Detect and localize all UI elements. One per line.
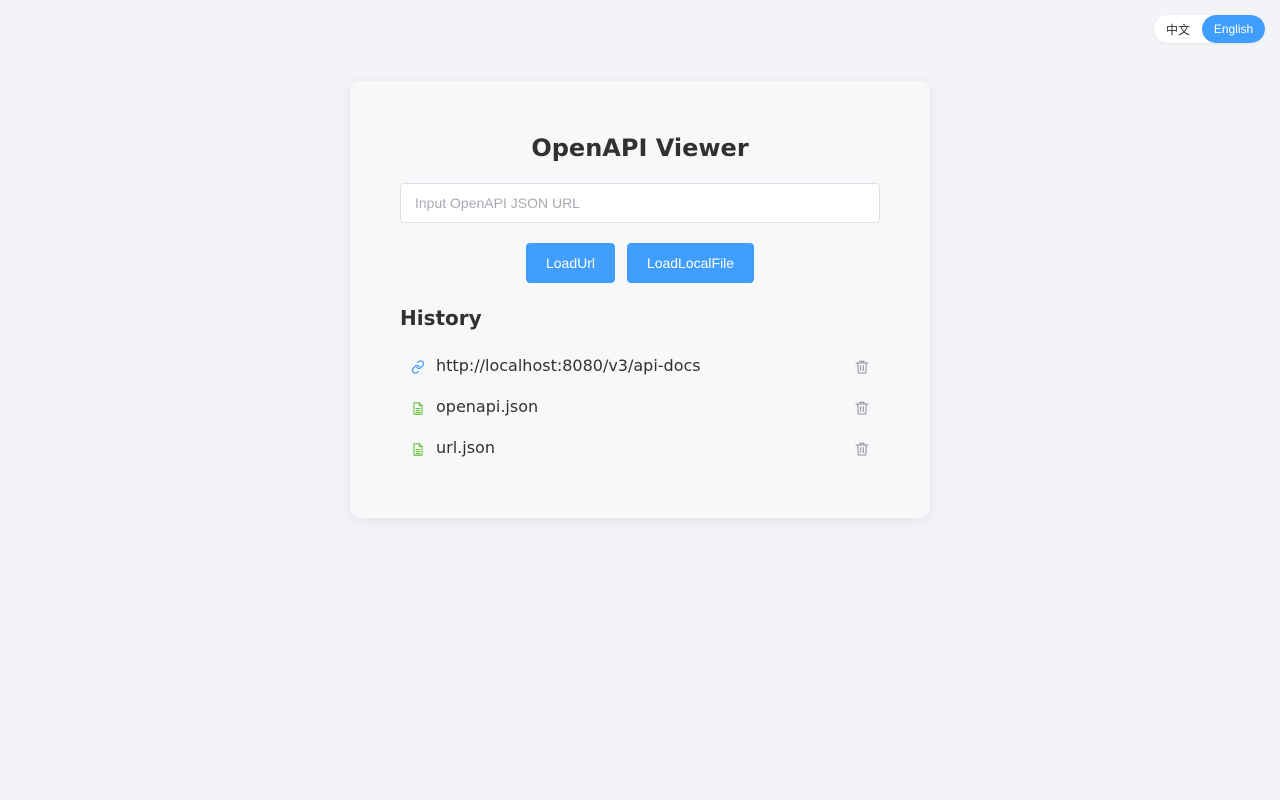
page-title: OpenAPI Viewer — [531, 134, 749, 162]
language-switch[interactable]: 中文 English — [1154, 15, 1265, 43]
history-item-label: http://localhost:8080/v3/api-docs — [436, 356, 701, 375]
history-item-label: url.json — [436, 438, 495, 457]
history-heading: History — [400, 306, 482, 330]
trash-icon[interactable] — [853, 358, 870, 375]
openapi-url-input[interactable] — [400, 183, 880, 223]
trash-icon[interactable] — [853, 440, 870, 457]
history-item-label: openapi.json — [436, 397, 539, 416]
load-url-button[interactable]: LoadUrl — [526, 243, 615, 283]
language-option-zh[interactable]: 中文 — [1154, 15, 1202, 43]
history-list: http://localhost:8080/v3/api-docs openap… — [400, 346, 880, 469]
document-icon — [410, 400, 426, 416]
history-item[interactable]: openapi.json — [400, 387, 880, 428]
main-card: OpenAPI Viewer LoadUrl LoadLocalFile His… — [350, 81, 930, 518]
language-option-en[interactable]: English — [1202, 15, 1265, 43]
history-item[interactable]: http://localhost:8080/v3/api-docs — [400, 346, 880, 387]
trash-icon[interactable] — [853, 399, 870, 416]
load-local-file-button[interactable]: LoadLocalFile — [627, 243, 754, 283]
link-icon — [410, 359, 426, 375]
history-item[interactable]: url.json — [400, 428, 880, 469]
document-icon — [410, 441, 426, 457]
